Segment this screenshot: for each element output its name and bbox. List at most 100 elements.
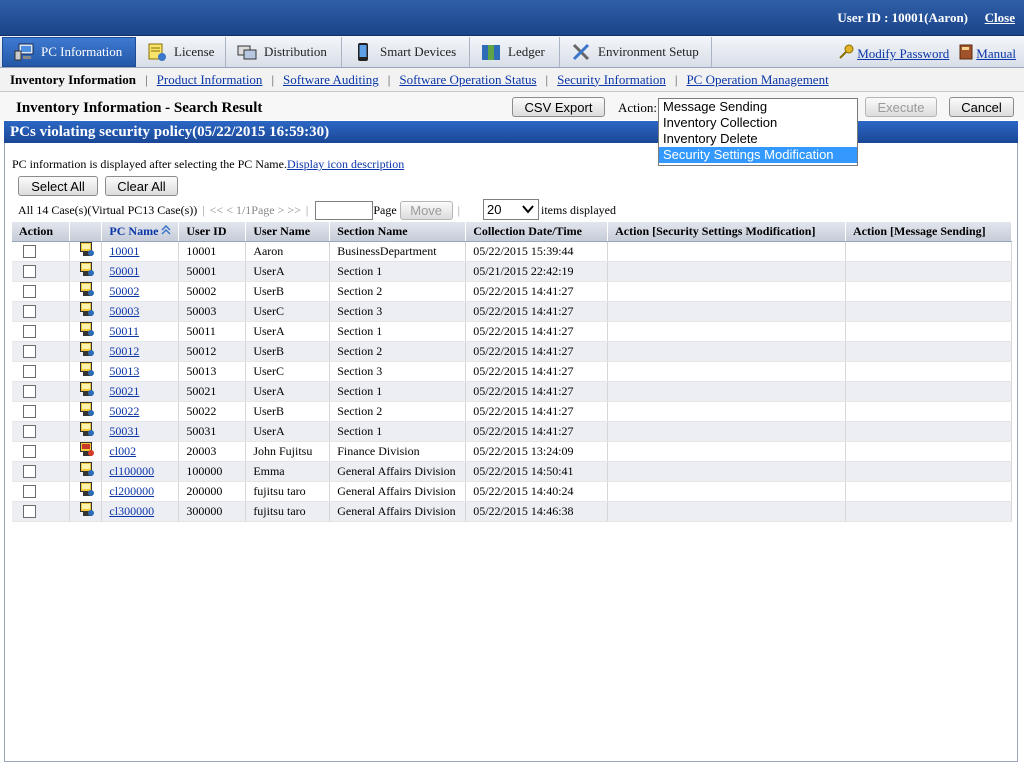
row-user-id: 50001 xyxy=(178,261,247,282)
subnav-software-auditing[interactable]: Software Auditing xyxy=(283,72,379,88)
row-section-name: Section 1 xyxy=(329,261,467,282)
pc-icon xyxy=(80,421,95,441)
row-checkbox[interactable] xyxy=(23,305,36,319)
row-user-name: UserB xyxy=(245,341,331,362)
row-section-name: Section 3 xyxy=(329,301,467,322)
select-all-button[interactable]: Select All xyxy=(18,176,98,196)
smart-device-icon xyxy=(352,41,374,63)
row-pc-name-cell: cl300000 xyxy=(101,501,180,522)
page-number-input[interactable] xyxy=(315,200,374,220)
row-action-cell xyxy=(12,341,71,362)
pc-results-table: Action PC Name User ID User Name Section… xyxy=(12,222,1012,522)
row-checkbox[interactable] xyxy=(23,405,36,419)
pc-name-link[interactable]: 50011 xyxy=(109,324,139,338)
tab-pc-information[interactable]: PC Information xyxy=(2,37,136,67)
row-action-security-settings xyxy=(607,341,847,362)
pc-icon xyxy=(80,341,95,361)
modify-password-link[interactable]: Modify Password xyxy=(838,44,949,64)
pc-icon xyxy=(80,301,95,321)
row-user-name: Aaron xyxy=(245,241,331,262)
row-checkbox[interactable] xyxy=(23,345,36,359)
row-user-id: 50012 xyxy=(178,341,247,362)
row-section-name: Section 1 xyxy=(329,321,467,342)
row-user-name: UserA xyxy=(245,261,331,282)
subnav-product-information[interactable]: Product Information xyxy=(157,72,263,88)
display-icon-description-link[interactable]: Display icon description xyxy=(287,157,404,171)
pc-icon xyxy=(80,501,95,521)
tab-environment-setup[interactable]: Environment Setup xyxy=(560,37,712,67)
row-checkbox[interactable] xyxy=(23,385,36,399)
row-checkbox[interactable] xyxy=(23,425,36,439)
pc-name-link[interactable]: 50022 xyxy=(109,404,139,418)
close-link[interactable]: Close xyxy=(985,10,1015,26)
items-per-page-select[interactable]: 20 xyxy=(483,199,539,220)
pc-icon xyxy=(80,241,95,261)
subnav-separator: | xyxy=(674,71,678,87)
pc-name-link[interactable]: 50013 xyxy=(109,364,139,378)
pc-name-link[interactable]: 50002 xyxy=(109,284,139,298)
row-action-security-settings xyxy=(607,301,847,322)
subnav-pc-operation-management[interactable]: PC Operation Management xyxy=(686,72,828,88)
tab-license[interactable]: License xyxy=(136,37,226,67)
row-collection-date: 05/22/2015 13:24:09 xyxy=(465,441,609,462)
row-checkbox[interactable] xyxy=(23,245,36,259)
row-checkbox[interactable] xyxy=(23,485,36,499)
row-action-cell xyxy=(12,481,71,502)
cancel-button[interactable]: Cancel xyxy=(949,97,1014,117)
row-user-name: Emma xyxy=(245,461,331,482)
tab-label: PC Information xyxy=(41,44,123,59)
row-checkbox[interactable] xyxy=(23,265,36,279)
row-icon-cell xyxy=(69,481,103,502)
page-navigation[interactable]: << < 1/1Page > >> xyxy=(210,203,301,218)
row-icon-cell xyxy=(69,241,103,262)
row-checkbox[interactable] xyxy=(23,285,36,299)
row-checkbox[interactable] xyxy=(23,365,36,379)
execute-button[interactable]: Execute xyxy=(865,97,937,117)
pc-name-link[interactable]: cl300000 xyxy=(109,504,154,518)
pc-name-link[interactable]: 50021 xyxy=(109,384,139,398)
row-checkbox[interactable] xyxy=(23,505,36,519)
tab-distribution[interactable]: Distribution xyxy=(226,37,342,67)
clear-all-button[interactable]: Clear All xyxy=(105,176,178,196)
row-checkbox[interactable] xyxy=(23,325,36,339)
pc-name-link[interactable]: 50031 xyxy=(109,424,139,438)
row-pc-name-cell: 50001 xyxy=(101,261,180,282)
row-checkbox[interactable] xyxy=(23,465,36,479)
row-action-cell xyxy=(12,421,71,442)
row-action-message-sending xyxy=(845,341,1012,362)
row-section-name: General Affairs Division xyxy=(329,461,467,482)
row-user-id: 50021 xyxy=(178,381,247,402)
subnav-security-information[interactable]: Security Information xyxy=(557,72,666,88)
tab-ledger[interactable]: Ledger xyxy=(470,37,560,67)
action-option-security-settings-modification[interactable]: Security Settings Modification xyxy=(659,147,857,163)
pc-name-link[interactable]: cl002 xyxy=(109,444,136,458)
table-row: 50031 50031 UserA Section 1 05/22/2015 14:41… xyxy=(12,421,1012,442)
pc-name-link[interactable]: 50012 xyxy=(109,344,139,358)
csv-export-button[interactable]: CSV Export xyxy=(512,97,605,117)
pc-name-link[interactable]: 50001 xyxy=(109,264,139,278)
row-user-id: 200000 xyxy=(178,481,247,502)
row-user-name: fujitsu taro xyxy=(245,501,331,522)
manual-link[interactable]: Manual xyxy=(959,44,1016,64)
tab-smart-devices[interactable]: Smart Devices xyxy=(342,37,470,67)
action-option-message-sending[interactable]: Message Sending xyxy=(659,99,857,115)
row-user-name: John Fujitsu xyxy=(245,441,331,462)
row-checkbox[interactable] xyxy=(23,445,36,459)
action-option-inventory-delete[interactable]: Inventory Delete xyxy=(659,131,857,147)
row-user-name: UserA xyxy=(245,321,331,342)
move-button[interactable]: Move xyxy=(399,200,453,220)
table-row: 50003 50003 UserC Section 3 05/22/2015 14:41… xyxy=(12,301,1012,322)
row-action-security-settings xyxy=(607,501,847,522)
row-pc-name-cell: 50022 xyxy=(101,401,180,422)
row-icon-cell xyxy=(69,421,103,442)
action-dropdown-list[interactable]: Message Sending Inventory Collection Inv… xyxy=(658,98,858,166)
subnav-software-operation-status[interactable]: Software Operation Status xyxy=(399,72,536,88)
pc-name-link[interactable]: cl200000 xyxy=(109,484,154,498)
pc-name-link[interactable]: cl100000 xyxy=(109,464,154,478)
pc-name-link[interactable]: 10001 xyxy=(109,244,139,258)
row-collection-date: 05/22/2015 14:41:27 xyxy=(465,361,609,382)
pc-name-link[interactable]: 50003 xyxy=(109,304,139,318)
action-option-inventory-collection[interactable]: Inventory Collection xyxy=(659,115,857,131)
row-action-message-sending xyxy=(845,281,1012,302)
col-pc-name[interactable]: PC Name xyxy=(101,222,180,242)
